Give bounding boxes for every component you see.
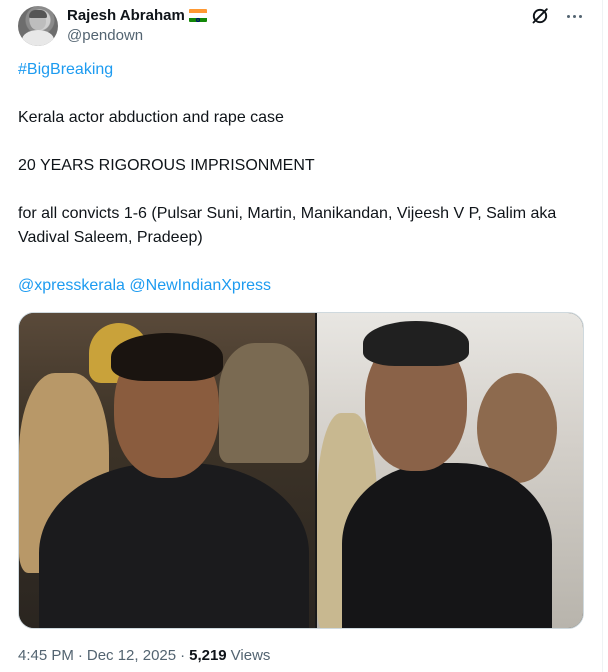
tweet-media-image[interactable]	[18, 312, 584, 629]
media-photo-left	[19, 313, 315, 628]
author-info: Rajesh Abraham @pendown	[67, 6, 207, 45]
views-count: 5,219	[189, 647, 227, 664]
tweet-line-case: Kerala actor abduction and rape case	[18, 109, 284, 126]
tweet-line-convicts: for all convicts 1-6 (Pulsar Suni, Marti…	[18, 205, 557, 246]
tweet-line-sentence: 20 YEARS RIGOROUS IMPRISONMENT	[18, 157, 315, 174]
grok-icon[interactable]	[530, 6, 550, 26]
meta-separator: ·	[180, 647, 186, 664]
tweet-card: Rajesh Abraham @pendown #BigBreaking Ker…	[0, 0, 603, 672]
views-label: Views	[230, 647, 271, 664]
meta-separator: ·	[77, 647, 83, 664]
more-options-icon[interactable]	[564, 6, 584, 26]
author-avatar[interactable]	[18, 6, 58, 46]
mention-link-newindianxpress[interactable]: @NewIndianXpress	[129, 277, 271, 294]
tweet-header: Rajesh Abraham @pendown	[18, 6, 584, 46]
tweet-meta: 4:45 PM · Dec 12, 2025 · 5,219 Views	[18, 646, 270, 666]
tweet-date[interactable]: Dec 12, 2025	[87, 646, 176, 666]
tweet-top-actions	[530, 6, 584, 26]
hashtag-link[interactable]: #BigBreaking	[18, 61, 113, 78]
media-photo-right	[317, 313, 583, 628]
author-handle[interactable]: @pendown	[67, 26, 207, 45]
author-display-name[interactable]: Rajesh Abraham	[67, 6, 207, 25]
mention-link-xpresskerala[interactable]: @xpresskerala	[18, 277, 125, 294]
author-name-text[interactable]: Rajesh Abraham	[67, 6, 185, 25]
india-flag-icon	[188, 9, 207, 22]
tweet-time[interactable]: 4:45 PM	[18, 646, 74, 666]
tweet-text: #BigBreaking Kerala actor abduction and …	[18, 58, 588, 298]
